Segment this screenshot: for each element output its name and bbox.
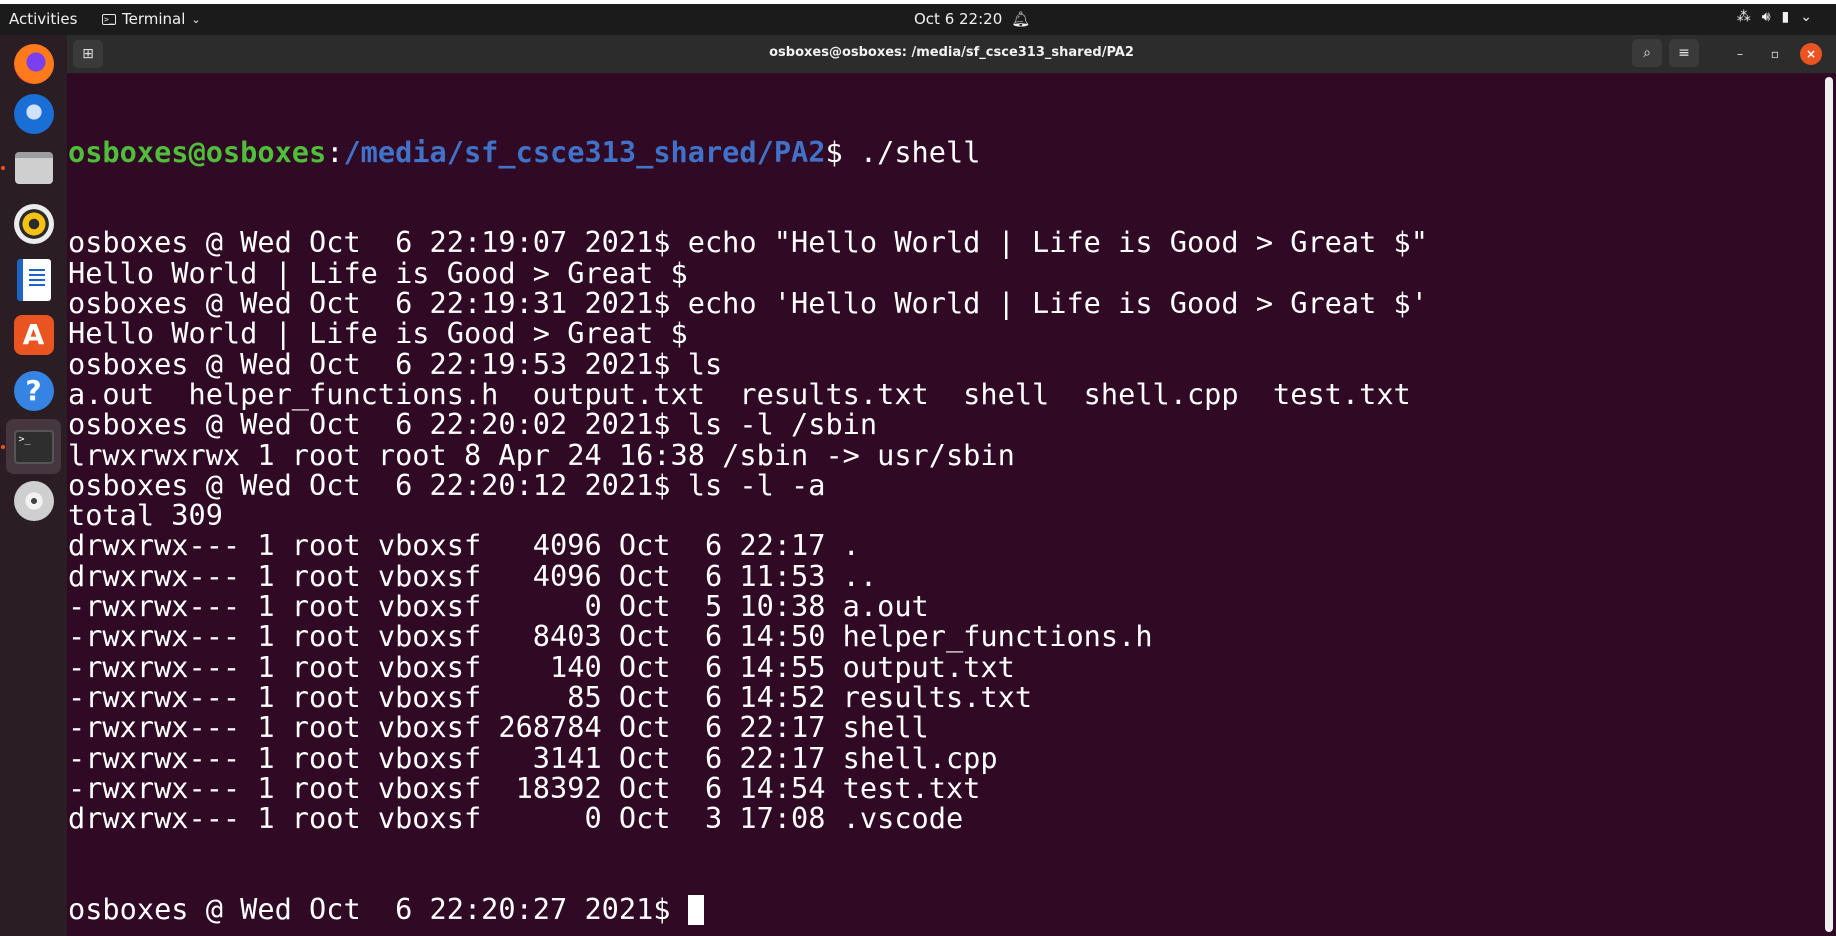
software-icon: A — [13, 314, 54, 355]
prompt-separator: : — [326, 134, 344, 169]
terminal-line: osboxes @ Wed Oct 6 22:19:07 2021$ echo … — [68, 225, 1428, 260]
dock-item-terminal[interactable]: >_ — [6, 419, 61, 474]
rhythmbox-icon — [13, 203, 54, 244]
terminal-line: -rwxrwx--- 1 root vboxsf 18392 Oct 6 14:… — [68, 770, 981, 805]
dock-item-writer[interactable] — [6, 252, 61, 307]
restore-button[interactable]: ▫ — [1764, 43, 1786, 65]
clock[interactable]: Oct 6 22:20 🔔︎ — [914, 10, 1030, 28]
chevron-down-icon: ⌄ — [1800, 9, 1812, 25]
terminal-line: -rwxrwx--- 1 root vboxsf 140 Oct 6 14:55… — [68, 649, 1015, 684]
dock-item-help[interactable]: ? — [6, 363, 61, 418]
dock-item-firefox[interactable] — [6, 36, 61, 91]
activities-button[interactable]: Activities — [9, 10, 77, 28]
minimize-button[interactable]: – — [1729, 43, 1751, 65]
app-menu-label: Terminal — [122, 10, 186, 28]
minimize-icon: – — [1737, 47, 1743, 61]
window-headerbar: ⊞ osboxes@osboxes: /media/sf_csce313_sha… — [67, 35, 1836, 73]
scrollbar-thumb[interactable] — [1825, 77, 1833, 932]
terminal-line: -rwxrwx--- 1 root vboxsf 0 Oct 5 10:38 a… — [68, 589, 929, 624]
files-icon — [14, 151, 53, 184]
battery-icon: ▮ — [1781, 9, 1790, 25]
close-button[interactable]: × — [1800, 43, 1822, 65]
running-indicator — [1, 445, 5, 449]
terminal-line: -rwxrwx--- 1 root vboxsf 268784 Oct 6 22… — [68, 710, 929, 745]
terminal-line: -rwxrwx--- 1 root vboxsf 8403 Oct 6 14:5… — [68, 619, 1153, 654]
window-title: osboxes@osboxes: /media/sf_csce313_share… — [769, 45, 1134, 60]
search-button[interactable]: ⌕ — [1632, 39, 1662, 67]
menu-button[interactable]: ≡ — [1669, 39, 1699, 67]
network-icon: ⁂ — [1736, 9, 1751, 25]
restore-icon: ▫ — [1770, 47, 1780, 61]
close-icon: × — [1805, 47, 1817, 61]
firefox-icon — [13, 43, 54, 84]
terminal-line: Hello World | Life is Good > Great $ — [68, 255, 688, 290]
terminal-line: -rwxrwx--- 1 root vboxsf 3141 Oct 6 22:1… — [68, 740, 998, 775]
volume-icon: 🔊︎ — [1761, 9, 1771, 25]
terminal-line: osboxes @ Wed Oct 6 22:19:31 2021$ echo … — [68, 286, 1428, 321]
disc-icon — [13, 480, 54, 521]
desktop: Activities >_ Terminal ⌄ Oct 6 22:20 🔔︎ … — [0, 0, 1836, 936]
current-prompt: osboxes @ Wed Oct 6 22:20:27 2021$ — [68, 892, 688, 927]
terminal-icon: >_ — [13, 429, 54, 464]
dock-item-rhythmbox[interactable] — [6, 196, 61, 251]
terminal-line: total 309 — [68, 498, 223, 533]
terminal-line: drwxrwx--- 1 root vboxsf 0 Oct 3 17:08 .… — [68, 801, 964, 836]
terminal-line: drwxrwx--- 1 root vboxsf 4096 Oct 6 22:1… — [68, 528, 860, 563]
chevron-down-icon: ⌄ — [191, 12, 201, 26]
prompt-path: /media/sf_csce313_shared/PA2 — [343, 134, 826, 169]
terminal-line: osboxes @ Wed Oct 6 22:19:53 2021$ ls — [68, 346, 723, 381]
clock-label: Oct 6 22:20 — [914, 10, 1003, 28]
terminal-line: osboxes @ Wed Oct 6 22:20:02 2021$ ls -l… — [68, 407, 878, 442]
terminal-current-line: osboxes @ Wed Oct 6 22:20:27 2021$ — [68, 892, 1819, 927]
text-cursor — [687, 895, 704, 926]
terminal-line: drwxrwx--- 1 root vboxsf 4096 Oct 6 11:5… — [68, 558, 878, 593]
top-bar: Activities >_ Terminal ⌄ Oct 6 22:20 🔔︎ … — [0, 4, 1836, 35]
writer-icon — [16, 258, 51, 301]
prompt-user: osboxes@osboxes — [68, 134, 327, 169]
scrollbar[interactable] — [1825, 77, 1833, 932]
terminal-line: a.out helper_functions.h output.txt resu… — [68, 376, 1411, 411]
terminal-line: -rwxrwx--- 1 root vboxsf 85 Oct 6 14:52 … — [68, 679, 1033, 714]
help-icon: ? — [13, 370, 54, 411]
dock-item-files[interactable] — [6, 140, 61, 195]
terminal-output[interactable]: osboxes@osboxes:/media/sf_csce313_shared… — [67, 73, 1819, 936]
app-menu[interactable]: >_ Terminal ⌄ — [102, 10, 201, 28]
running-indicator — [1, 166, 5, 170]
terminal-icon: >_ — [102, 13, 116, 25]
terminal-line: osboxes @ Wed Oct 6 22:20:12 2021$ ls -l… — [68, 467, 826, 502]
hamburger-icon: ≡ — [1678, 45, 1690, 61]
bell-icon: 🔔︎ — [1011, 10, 1031, 28]
search-icon: ⌕ — [1643, 45, 1651, 61]
system-tray[interactable]: ⁂ 🔊︎ ▮ ⌄ — [1737, 9, 1812, 25]
dock: A ? >_ — [0, 35, 67, 936]
dock-item-software[interactable]: A — [6, 307, 61, 362]
dock-item-disc[interactable] — [6, 473, 61, 528]
terminal-line: osboxes@osboxes:/media/sf_csce313_shared… — [68, 134, 1819, 169]
terminal-line: lrwxrwxrwx 1 root root 8 Apr 24 16:38 /s… — [68, 437, 1015, 472]
terminal-window: ⊞ osboxes@osboxes: /media/sf_csce313_sha… — [67, 35, 1836, 936]
terminal-line: Hello World | Life is Good > Great $ — [68, 316, 688, 351]
dock-item-thunderbird[interactable] — [6, 86, 61, 141]
prompt-command: $ ./shell — [825, 134, 981, 169]
thunderbird-icon — [13, 93, 54, 134]
